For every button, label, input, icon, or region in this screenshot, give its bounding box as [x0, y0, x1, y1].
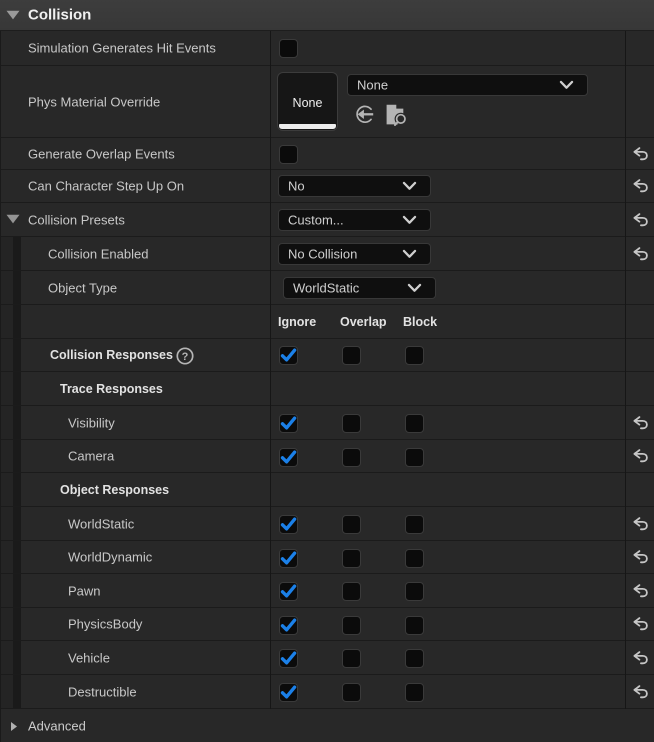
svg-text:?: ? — [182, 351, 189, 363]
